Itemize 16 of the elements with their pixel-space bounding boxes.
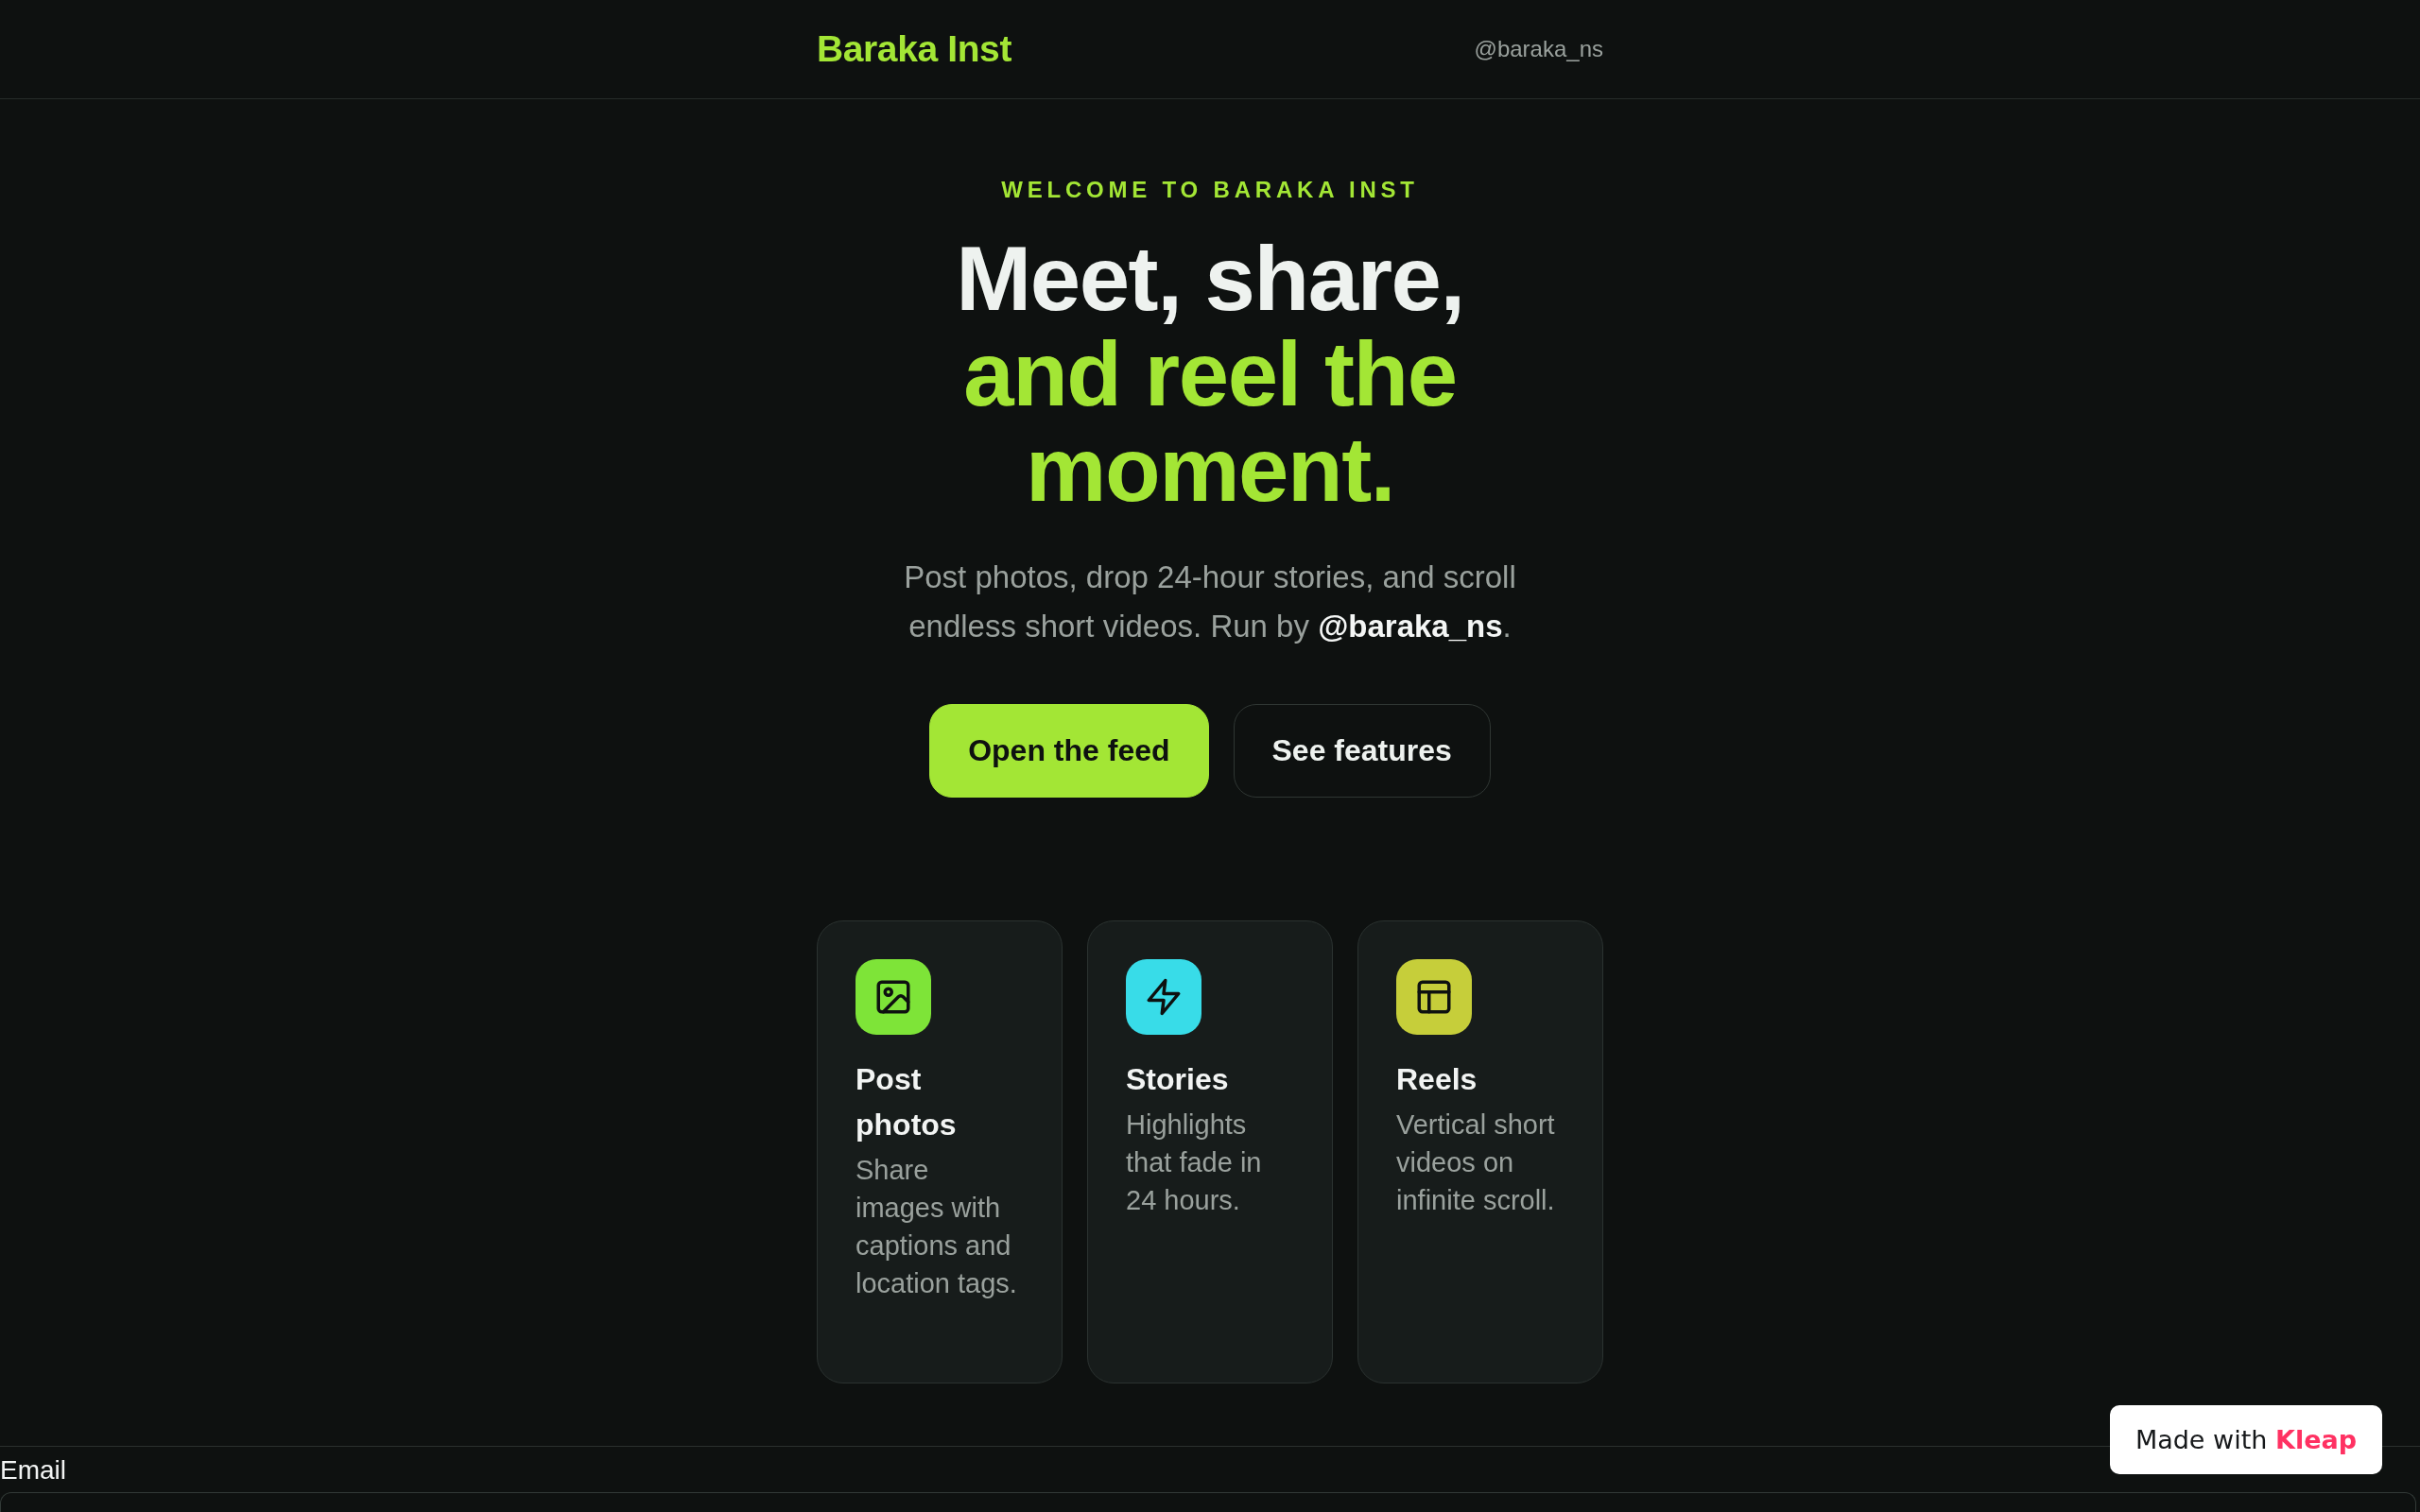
card-title: Stories xyxy=(1126,1061,1230,1098)
card-title: Post photos xyxy=(856,1061,958,1143)
brand-logo[interactable]: Baraka Inst xyxy=(817,28,1011,70)
hero-headline: Meet, share, and reel the moment. xyxy=(955,231,1465,517)
email-input[interactable] xyxy=(0,1492,2416,1512)
email-label: Email xyxy=(0,1455,66,1486)
card-description: Highlights that fade in 24 hours. xyxy=(1126,1108,1263,1217)
card-description: Vertical short videos on infinite scroll. xyxy=(1396,1108,1556,1217)
made-with-badge[interactable]: Made with Kleap xyxy=(2109,1405,2382,1474)
hero-subtitle: Post photos, drop 24-hour stories, and scroll endless short videos. Run by @baraka_ns. xyxy=(903,558,1517,645)
card-description: Share images with captions and location tags. xyxy=(856,1154,1018,1300)
handle-link[interactable]: @baraka_ns xyxy=(1474,36,1603,62)
card-title: Reels xyxy=(1396,1061,1478,1098)
outline-button[interactable]: See features xyxy=(1233,704,1491,798)
primary-button[interactable]: Open the feed xyxy=(929,704,1209,798)
welcome-tagline: WELCOME TO BARAKA INST xyxy=(1001,177,1419,203)
